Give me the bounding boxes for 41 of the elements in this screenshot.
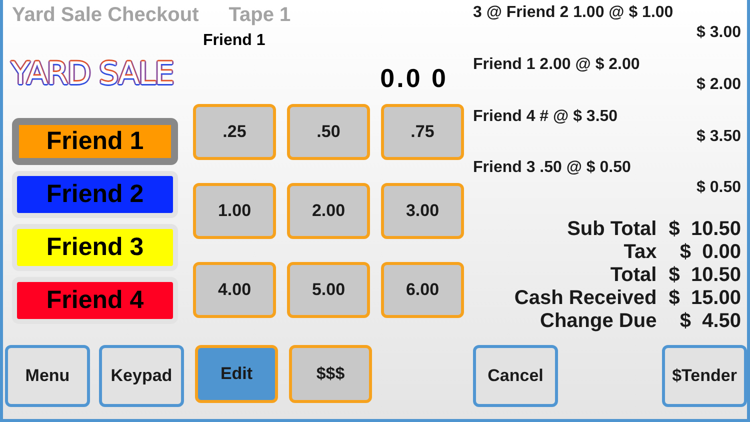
line-amount: $ 0.50 [696, 178, 741, 198]
line-amount: $ 3.50 [696, 126, 741, 146]
toolbar-button[interactable]: Keypad [99, 345, 184, 407]
keypad-key[interactable]: 4.00 [193, 262, 276, 318]
tape-label: Tape 1 [228, 4, 291, 26]
toolbar-button[interactable]: Cancel [473, 345, 558, 407]
keypad-key[interactable]: 2.00 [287, 183, 370, 239]
toolbar-button[interactable]: Menu [5, 345, 90, 407]
total-label: Cash Received [513, 287, 657, 310]
current-friend-label: Friend 1 [203, 32, 266, 50]
line-amount: $ 3.00 [696, 23, 741, 43]
total-value: $ 0.00 [678, 241, 741, 264]
receipt-line: 3 @ Friend 2 1.00 @ $ 1.00 [473, 3, 674, 23]
receipt-line: Friend 3 .50 @ $ 0.50 [473, 158, 632, 178]
keypad-key[interactable]: .50 [287, 104, 370, 160]
keypad-key[interactable]: 3.00 [381, 183, 464, 239]
keypad-key[interactable]: .25 [193, 104, 276, 160]
logo: YARD SALE [11, 56, 174, 92]
friend-button[interactable]: Friend 1 [12, 118, 178, 165]
keypad-key[interactable]: 5.00 [287, 262, 370, 318]
total-value: $ 15.00 [668, 287, 741, 310]
toolbar-button[interactable]: Edit [195, 345, 278, 403]
keypad-key[interactable]: 6.00 [381, 262, 464, 318]
friend-button[interactable]: Friend 4 [12, 277, 178, 324]
keypad-key[interactable]: 1.00 [193, 183, 276, 239]
amount-display: 0.0 0 [380, 62, 448, 94]
total-label: Sub Total [566, 218, 657, 241]
receipt-line: Friend 4 # @ $ 3.50 [473, 106, 619, 126]
toolbar-button[interactable]: $$$ [289, 345, 372, 403]
total-value: $ 10.50 [668, 264, 741, 287]
total-label: Tax [622, 241, 657, 264]
total-value: $ 10.50 [668, 218, 741, 241]
keypad-key[interactable]: .75 [381, 104, 464, 160]
total-label: Change Due [539, 310, 657, 333]
line-amount: $ 2.00 [696, 74, 741, 95]
receipt-line: Friend 1 2.00 @ $ 2.00 [473, 54, 641, 75]
friend-button[interactable]: Friend 3 [12, 224, 178, 271]
toolbar-button[interactable]: $Tender [662, 345, 747, 407]
app-title: Yard Sale Checkout [12, 4, 199, 26]
total-label: Total [609, 264, 657, 287]
total-value: $ 4.50 [678, 310, 741, 333]
